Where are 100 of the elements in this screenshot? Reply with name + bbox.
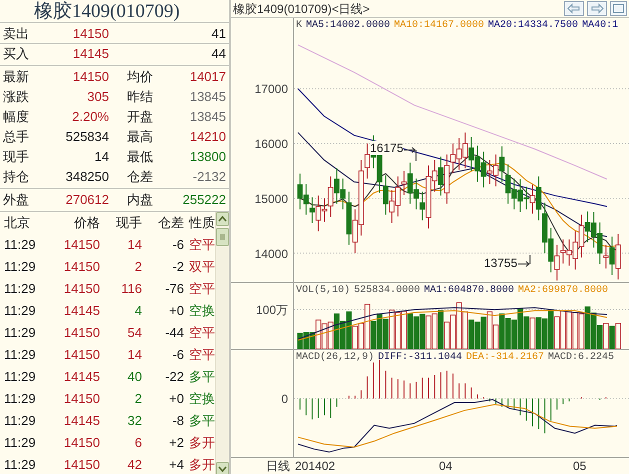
time-cell-text: 11:29 bbox=[4, 434, 37, 452]
nature-cell-text: 空平 bbox=[188, 346, 214, 364]
price-cell-text: 14145 bbox=[62, 368, 100, 386]
field-value: 14017 bbox=[188, 68, 226, 86]
field-label: 卖出 bbox=[3, 25, 30, 43]
axis-label: 17000 bbox=[254, 82, 288, 96]
field-label: 最低 bbox=[126, 148, 154, 166]
oi-change-cell-text: -22 bbox=[164, 368, 184, 386]
axis-label: 14000 bbox=[254, 247, 288, 261]
legend-label: MA10:14167.0000 bbox=[394, 19, 484, 32]
scroll-up-icon[interactable] bbox=[216, 212, 229, 226]
field-label: 最新 bbox=[3, 68, 30, 86]
column-header: 北京 bbox=[4, 214, 31, 232]
field-value: 255222 bbox=[182, 191, 226, 209]
scroll-down-icon[interactable] bbox=[216, 462, 229, 474]
price-value: 14145 bbox=[72, 45, 109, 63]
time-cell-text: 11:29 bbox=[4, 412, 37, 430]
price-cell-text: 14150 bbox=[62, 346, 100, 364]
time-cell-text: 11:29 bbox=[4, 280, 37, 298]
volume-value: 44 bbox=[210, 45, 226, 63]
maximize-icon[interactable] bbox=[610, 1, 627, 16]
oi-change-cell-text: +0 bbox=[168, 302, 184, 320]
field-value: 525834 bbox=[64, 128, 109, 146]
axis-label: 04 bbox=[439, 458, 452, 474]
legend-label: 525834.0000 bbox=[354, 284, 420, 297]
axis-label: 05 bbox=[573, 458, 586, 474]
column-header: 性质 bbox=[188, 214, 214, 232]
time-cell-text: 11:29 bbox=[4, 456, 37, 474]
field-label: 外盘 bbox=[3, 191, 30, 209]
time-cell-text: 11:29 bbox=[4, 236, 37, 254]
legend-label: MACD(26,12,9) bbox=[296, 351, 374, 364]
axis-label: 15000 bbox=[254, 192, 288, 206]
price-cell-text: 14150 bbox=[62, 434, 100, 452]
oi-change-cell-text: -6 bbox=[171, 236, 184, 254]
legend-label: DIFF:-311.1044 bbox=[378, 351, 462, 364]
nature-cell-text: 多平 bbox=[188, 368, 214, 386]
field-label: 昨结 bbox=[126, 88, 154, 106]
price-annotation: 13755 bbox=[484, 256, 518, 270]
price-cell-text: 14150 bbox=[62, 390, 100, 408]
axis-label: 16000 bbox=[254, 137, 288, 151]
oi-change-cell-text: -76 bbox=[164, 280, 184, 298]
volume-cell-text: 14 bbox=[126, 236, 142, 254]
legend-label: MA20:14334.7500 bbox=[488, 19, 578, 32]
price-cell-text: 14150 bbox=[62, 456, 100, 474]
volume-cell-text: 6 bbox=[134, 434, 142, 452]
field-label: 买入 bbox=[3, 45, 30, 63]
volume-cell-text: 42 bbox=[126, 456, 142, 474]
legend-label: MACD:6.2245 bbox=[548, 351, 614, 364]
oi-change-cell-text: +2 bbox=[168, 434, 184, 452]
nature-cell-text: 空平 bbox=[188, 236, 214, 254]
column-header: 价格 bbox=[73, 214, 100, 232]
nature-cell-text: 空换 bbox=[188, 302, 214, 320]
field-value: 13845 bbox=[188, 88, 226, 106]
legend-label: MA40:1 bbox=[582, 19, 618, 32]
price-cell-text: 14150 bbox=[62, 258, 100, 276]
field-value: 14210 bbox=[188, 128, 226, 146]
field-value: 305 bbox=[86, 88, 109, 106]
field-label: 内盘 bbox=[126, 191, 154, 209]
field-label: 幅度 bbox=[3, 108, 30, 126]
field-label: 总手 bbox=[3, 128, 30, 146]
field-label: 涨跌 bbox=[3, 88, 30, 106]
nature-cell-text: 多开 bbox=[188, 456, 214, 474]
legend-label: VOL(5,10) bbox=[296, 284, 350, 297]
nature-cell-text: 多开 bbox=[188, 434, 214, 452]
oi-change-cell-text: +0 bbox=[168, 390, 184, 408]
oi-change-cell-text: -2 bbox=[171, 258, 184, 276]
nature-cell-text: 空换 bbox=[188, 390, 214, 408]
price-cell-text: 14150 bbox=[62, 280, 100, 298]
field-label: 现手 bbox=[3, 148, 30, 166]
leader-line bbox=[518, 255, 532, 267]
axis-label: 201402 bbox=[295, 458, 336, 474]
volume-cell-text: 4 bbox=[134, 302, 142, 320]
legend-label: MA5:14002.0000 bbox=[306, 19, 390, 32]
field-value: 270612 bbox=[64, 191, 109, 209]
field-value: 348250 bbox=[64, 168, 109, 186]
period-label: 日线 bbox=[265, 458, 291, 474]
column-header: 现手 bbox=[115, 214, 142, 232]
time-cell-text: 11:29 bbox=[4, 324, 37, 342]
volume-cell-text: 2 bbox=[134, 258, 142, 276]
price-value: 14150 bbox=[72, 25, 109, 43]
time-cell-text: 11:29 bbox=[4, 390, 37, 408]
axis-label: 100万 bbox=[256, 303, 288, 317]
nature-cell-text: 双平 bbox=[188, 258, 214, 276]
volume-cell-text: 116 bbox=[120, 280, 142, 298]
field-label: 开盘 bbox=[126, 108, 154, 126]
legend-label: MA2:699870.8000 bbox=[518, 284, 608, 297]
legend-label: MA1:604870.8000 bbox=[424, 284, 514, 297]
scroll-thumb[interactable] bbox=[216, 228, 229, 246]
oi-change-cell-text: -8 bbox=[171, 412, 184, 430]
time-cell-text: 11:29 bbox=[4, 346, 37, 364]
oi-change-cell-text: +4 bbox=[168, 456, 184, 474]
instrument-title: 橡胶1409(010709) bbox=[0, 0, 229, 23]
field-value: 13845 bbox=[188, 108, 226, 126]
time-cell-text: 11:29 bbox=[4, 258, 37, 276]
field-value: -2132 bbox=[192, 168, 226, 186]
volume-cell-text: 2 bbox=[134, 390, 142, 408]
nature-cell-text: 空平 bbox=[188, 280, 214, 298]
field-label: 最高 bbox=[126, 128, 154, 146]
field-label: 均价 bbox=[126, 68, 154, 86]
nature-cell-text: 多平 bbox=[188, 412, 214, 430]
